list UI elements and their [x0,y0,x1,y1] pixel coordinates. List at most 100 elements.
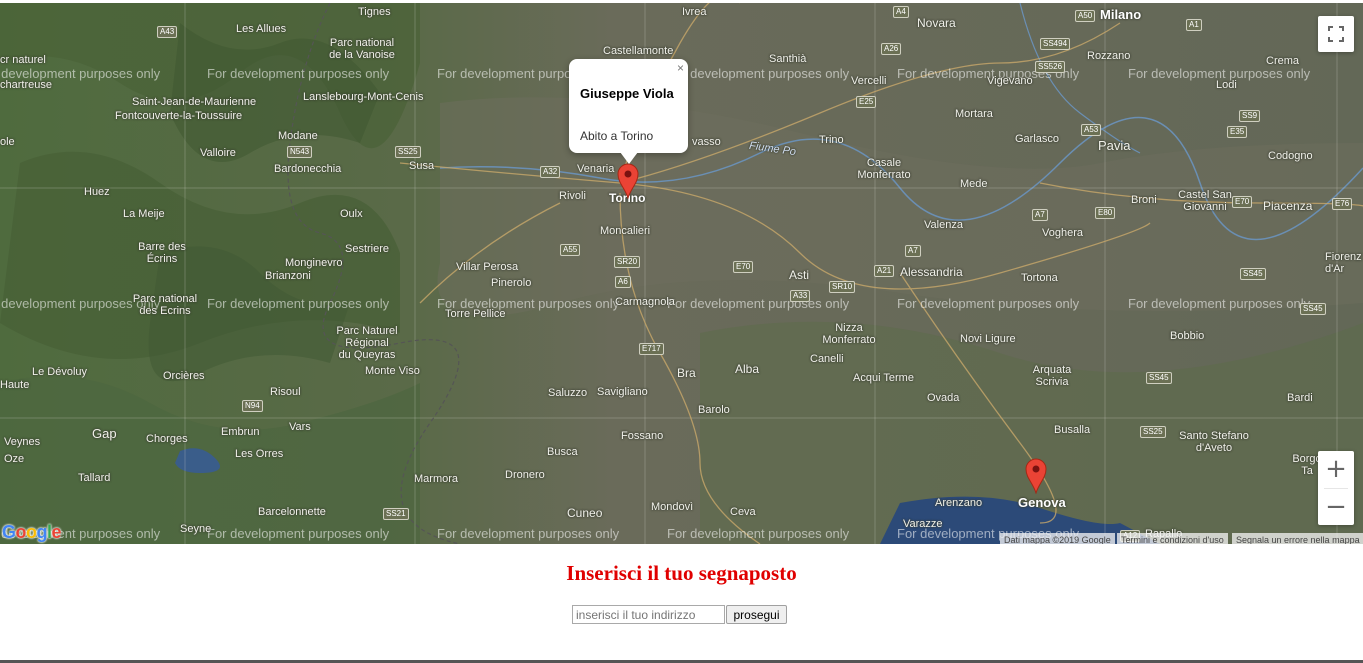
road-badge: SR10 [829,281,856,293]
watermark-text: For development purposes only [1128,296,1311,311]
place-label: Ovada [927,392,960,404]
place-label: Alessandria [900,265,963,279]
zoom-out-button[interactable]: − [1318,489,1354,525]
watermark-text: For development purposes only [667,526,850,541]
place-label: Vercelli [851,75,887,87]
place-label: Ivrea [682,6,707,18]
terms-link[interactable]: Termini e condizioni d'uso [1117,533,1228,544]
road-badge: E80 [1095,207,1116,219]
place-label: Modane [278,130,318,142]
place-label: Oze [4,453,25,465]
address-input[interactable] [572,605,725,624]
place-label: Dronero [505,469,545,481]
road-badge: N94 [242,400,263,412]
proceed-button[interactable]: prosegui [726,605,787,624]
google-logo[interactable]: Google [2,522,62,543]
zoom-in-button[interactable]: + [1318,451,1354,487]
road-badge: A1 [1186,19,1202,31]
place-label: Crema [1266,55,1300,67]
place-label: Genova [1018,495,1066,510]
road-badge: SR20 [614,256,641,268]
watermark-text: For development purposes only [207,526,390,541]
place-label: Mortara [955,108,993,120]
place-label: Valenza [924,219,963,231]
place-label: Rivoli [559,190,586,202]
place-label: Canelli [810,353,844,365]
watermark-text: For development purposes only [667,296,850,311]
place-label: Parc national de la Vanoise [329,37,395,61]
watermark-text: For development purposes only [207,66,390,81]
road-badge: A55 [560,244,581,256]
road-badge: A32 [540,166,561,178]
place-label: Barre des Écrins [138,241,186,265]
place-label: Vigevano [987,75,1033,87]
watermark-text: For development purposes only [437,526,620,541]
place-label: Le Dévoluy [32,366,88,378]
info-window-title: Giuseppe Viola [580,86,674,101]
place-label: Mondovì [651,501,694,513]
place-label: Barolo [698,404,730,416]
place-label: Busalla [1054,424,1091,436]
place-label: Lodi [1216,79,1237,91]
place-label: Monte Viso [365,365,420,377]
place-label: Bra [677,366,696,380]
place-label: Castellamonte [603,45,674,57]
map-view[interactable]: For development purposes only For develo… [0,3,1363,544]
place-label: Carmagnola [615,296,675,308]
road-badge: A43 [157,26,178,38]
map-marker-genova[interactable] [1025,458,1047,494]
place-label: Orcières [163,370,205,382]
road-badge: SS526 [1035,61,1066,73]
place-label: Risoul [270,386,301,398]
place-label: vasso [692,136,721,148]
watermark-text: For development purposes only [667,66,850,81]
report-error-link[interactable]: Segnala un errore nella mappa [1232,533,1363,544]
place-label: Lanslebourg-Mont-Cenis [303,91,424,103]
place-label: Huez [84,186,110,198]
place-label: Sestriere [345,243,390,255]
place-label: Arquata Scrivia [1032,364,1072,388]
place-label: Gap [92,426,117,441]
road-badge: SS494 [1040,38,1071,50]
page-heading: Inserisci il tuo segnaposto [566,561,797,585]
place-label: Les Allues [236,23,287,35]
place-label: Venaria [577,163,615,175]
road-badge: A26 [881,43,902,55]
place-label: Susa [409,160,435,172]
place-label: chartreuse [0,79,52,91]
place-label: Mede [960,178,988,190]
place-label: Tignes [358,6,391,18]
place-label: Savigliano [597,386,648,398]
place-label: Nizza Monferrato [822,322,876,346]
road-badge: A33 [790,290,811,302]
place-label: Busca [547,446,578,458]
place-label: Voghera [1042,227,1083,239]
place-label: Tortona [1021,272,1058,284]
place-label: Embrun [221,426,260,438]
road-badge: A7 [905,245,921,257]
road-badge: A6 [615,276,631,288]
place-label: ole [0,136,15,148]
fullscreen-icon [1328,26,1344,42]
place-label: Castel San Giovanni [1178,189,1232,213]
road-badge: SS21 [383,508,409,520]
place-label: Bobbio [1170,330,1205,342]
road-badge: SS25 [1140,426,1166,438]
place-label: Pavia [1098,138,1131,153]
road-badge: E70 [733,261,754,273]
place-label: Saluzzo [548,387,588,399]
road-badge: A50 [1075,10,1096,22]
close-icon[interactable]: × [677,62,684,74]
map-marker-torino[interactable] [617,163,639,199]
place-label: cr naturel [0,54,46,66]
place-label: Oulx [340,208,363,220]
place-label: Torre Pellice [445,308,506,320]
road-badge: SS9 [1239,110,1261,122]
place-label: Monginevro [285,257,343,269]
road-badge: A4 [893,6,909,18]
place-label: Bardi [1287,392,1313,404]
place-label: Codogno [1268,150,1313,162]
fullscreen-button[interactable] [1318,16,1354,52]
place-label: Tallard [78,472,111,484]
road-badge: E35 [1227,126,1248,138]
